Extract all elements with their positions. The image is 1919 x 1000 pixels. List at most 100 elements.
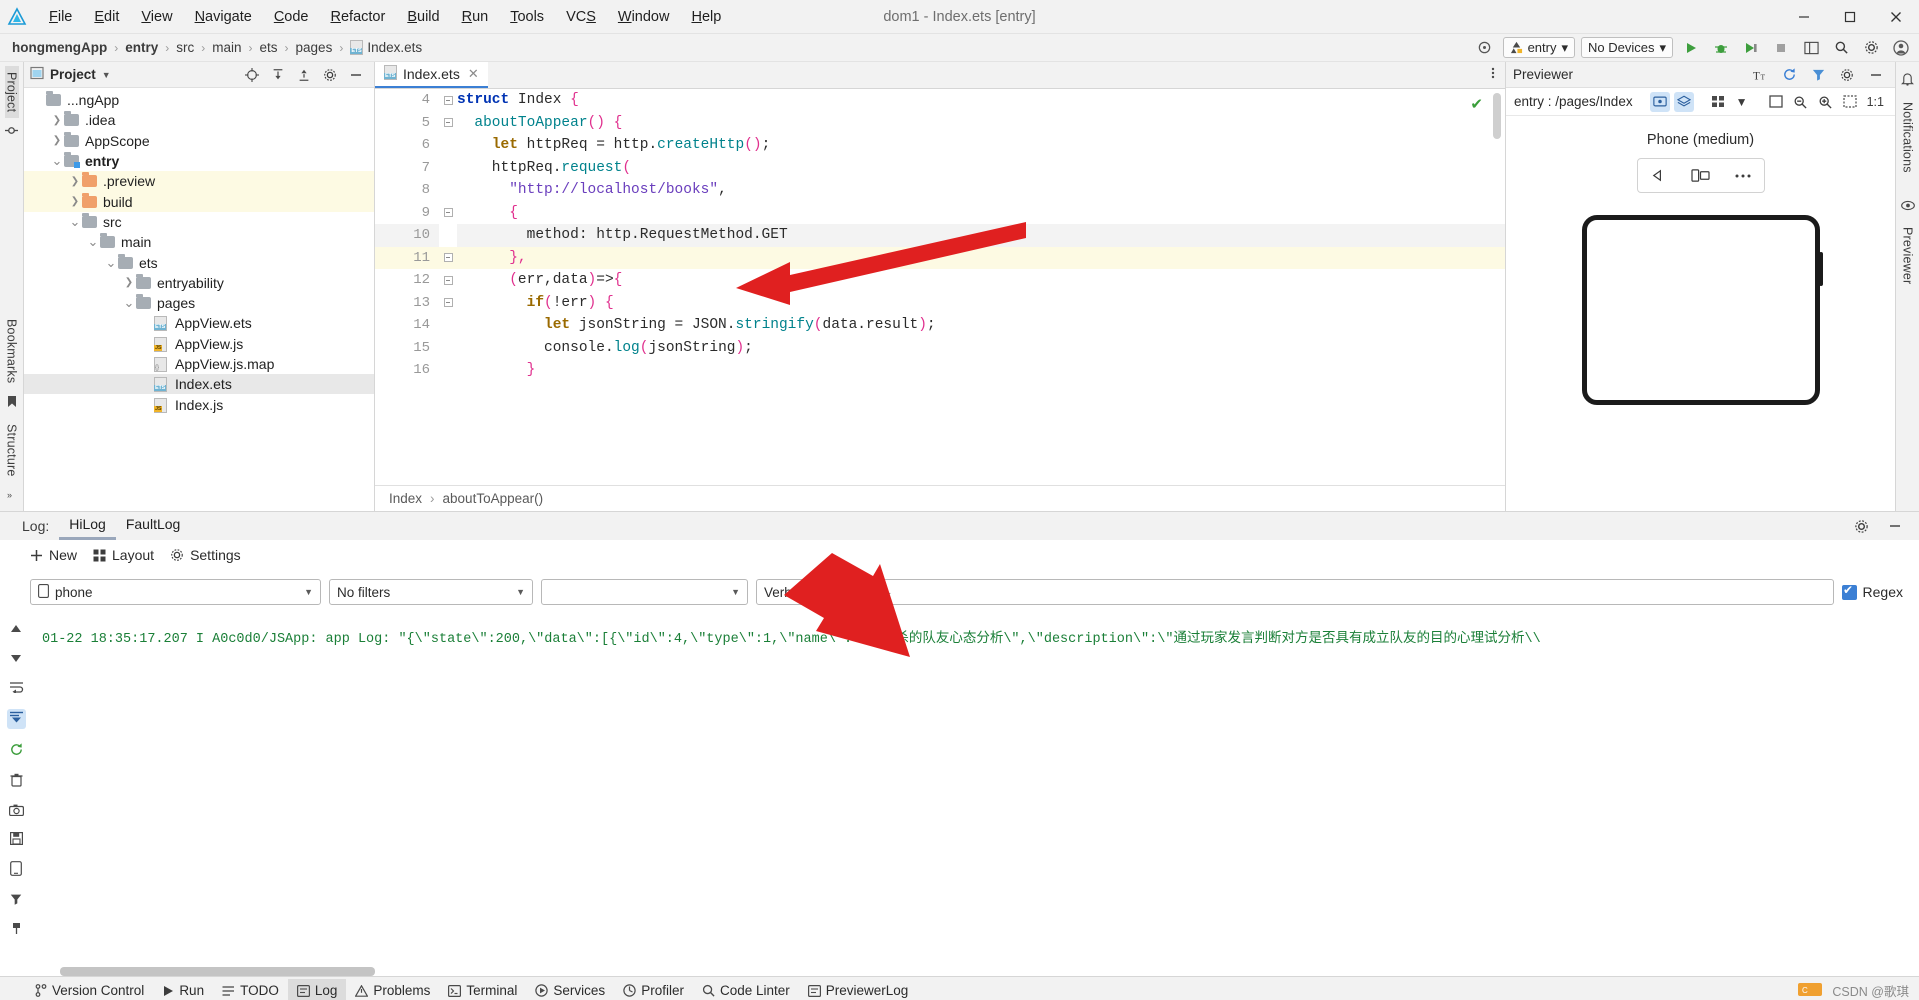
minimize-icon[interactable] [344, 64, 368, 86]
status-item-problems[interactable]: Problems [346, 979, 439, 1000]
package-filter-select[interactable]: ▼ [541, 579, 748, 605]
maximize-button[interactable] [1827, 0, 1873, 33]
code-line-12[interactable]: (err,data)=>{ [457, 269, 1505, 292]
tree-item-appview-ets[interactable]: ETS AppView.ets [24, 313, 374, 333]
fold-marker-icon[interactable] [439, 292, 457, 315]
menu-item-edit[interactable]: Edit [83, 5, 130, 29]
tree-item-index-js[interactable]: JS Index.js [24, 394, 374, 414]
code-line-16[interactable]: } [457, 359, 1505, 382]
menu-item-tools[interactable]: Tools [499, 5, 555, 29]
status-item-todo[interactable]: TODO [213, 979, 288, 1000]
status-item-log[interactable]: Log [287, 979, 347, 1000]
menu-item-code[interactable]: Code [263, 5, 320, 29]
status-item-services[interactable]: Services [526, 979, 614, 1000]
log-horizontal-scrollbar[interactable] [60, 967, 375, 976]
tree-item-src[interactable]: ⌄ src [24, 212, 374, 232]
fold-marker-icon[interactable] [439, 202, 457, 225]
gear-icon[interactable] [1835, 64, 1859, 86]
grid-icon[interactable] [1708, 92, 1728, 112]
rotate-icon[interactable] [1638, 159, 1680, 192]
trash-icon[interactable] [10, 773, 23, 790]
fold-marker-icon[interactable] [439, 269, 457, 292]
sidebar-item-notifications[interactable]: Notifications [1901, 96, 1915, 179]
gear-icon[interactable] [1859, 37, 1883, 59]
regex-checkbox[interactable]: Regex [1841, 583, 1903, 600]
editor-breadcrumb[interactable]: Index › aboutToAppear() [375, 485, 1505, 511]
breadcrumb-item-entry[interactable]: entry [123, 40, 160, 55]
chevron-down-icon[interactable]: ⌄ [122, 296, 136, 309]
menu-item-view[interactable]: View [130, 5, 183, 29]
sidebar-item-bookmarks[interactable]: Bookmarks [5, 313, 19, 389]
tree-item-index-ets[interactable]: ETS Index.ets [24, 374, 374, 395]
log-settings-button[interactable]: Settings [170, 547, 241, 563]
camera-icon[interactable] [8, 803, 24, 819]
layers-icon[interactable] [1673, 91, 1694, 112]
breadcrumb-item-main[interactable]: main [210, 40, 243, 55]
device-selector[interactable]: No Devices ▾ [1581, 37, 1673, 58]
code-editor[interactable]: 4 5 6 7 8 9 10 11 12 13 14 15 16 struct Index { abou… [375, 89, 1505, 485]
menu-item-run[interactable]: Run [451, 5, 500, 29]
log-entry[interactable]: 01-22 18:35:17.207 I A0c0d0/JSApp: app L… [42, 626, 1919, 647]
sidebar-item-previewer[interactable]: Previewer [1901, 221, 1915, 290]
chevron-down-icon[interactable]: ▼ [1732, 92, 1752, 112]
menu-bar[interactable]: File Edit View Navigate Code Refactor Build Run… [38, 5, 732, 29]
expand-all-icon[interactable] [266, 64, 290, 86]
editor-breadcrumb-item-1[interactable]: aboutToAppear() [443, 491, 544, 506]
vertical-dots-icon[interactable] [1481, 62, 1505, 84]
sidebar-item-structure[interactable]: Structure [5, 418, 19, 483]
tree-item----ngapp[interactable]: ...ngApp [24, 90, 374, 110]
fold-marker-icon[interactable] [439, 112, 457, 135]
scroll-up-icon[interactable] [9, 622, 23, 638]
more-icon[interactable]: » [6, 489, 18, 505]
filter-icon[interactable] [1806, 64, 1830, 86]
soft-wrap-icon[interactable] [9, 680, 24, 696]
tree-item-appscope[interactable]: ❯ AppScope [24, 131, 374, 151]
fit-icon[interactable] [1840, 92, 1860, 112]
zoom-out-icon[interactable] [1790, 92, 1811, 112]
process-filter-select[interactable]: No filters ▼ [329, 579, 533, 605]
tree-item-appview-js-map[interactable]: {} AppView.js.map [24, 354, 374, 374]
breadcrumb-item-src[interactable]: src [174, 40, 196, 55]
log-output-text[interactable]: 01-22 18:35:17.207 I A0c0d0/JSApp: app L… [32, 614, 1919, 976]
bookmark-icon[interactable] [6, 395, 18, 412]
chevron-down-icon[interactable]: ⌄ [104, 256, 118, 269]
profile-icon[interactable] [1739, 37, 1763, 59]
scroll-down-icon[interactable] [9, 651, 23, 667]
status-item-profiler[interactable]: Profiler [614, 979, 693, 1000]
tree-item-entryability[interactable]: ❯ entryability [24, 273, 374, 293]
crosshair-icon[interactable] [240, 64, 264, 86]
run-icon[interactable] [1679, 37, 1703, 59]
save-icon[interactable] [9, 832, 23, 848]
refresh-icon[interactable] [1777, 64, 1801, 86]
chevron-right-icon[interactable]: ❯ [50, 135, 64, 146]
inspector-icon[interactable] [1649, 91, 1670, 112]
stop-icon[interactable] [1769, 37, 1793, 59]
chevron-down-icon[interactable]: ⌄ [50, 154, 64, 167]
breadcrumb-item-hongmengapp[interactable]: hongmengApp [10, 40, 109, 55]
font-size-icon[interactable]: TT [1748, 64, 1772, 86]
status-item-run[interactable]: Run [153, 979, 213, 1000]
fold-marker-icon[interactable] [439, 89, 457, 112]
sidebar-item-project[interactable]: Project [4, 66, 19, 119]
chevron-right-icon[interactable]: ❯ [50, 115, 64, 126]
breadcrumb-item-pages[interactable]: pages [294, 40, 335, 55]
code-line-10[interactable]: method: http.RequestMethod.GET [457, 224, 1505, 247]
tree-item--preview[interactable]: ❯ .preview [24, 171, 374, 192]
menu-item-window[interactable]: Window [607, 5, 681, 29]
tree-item-appview-js[interactable]: JS AppView.js [24, 334, 374, 354]
code-line-13[interactable]: if(!err) { [457, 292, 1505, 315]
breadcrumb-item-ets[interactable]: ets [258, 40, 280, 55]
chevron-down-icon[interactable]: ⌄ [68, 215, 82, 228]
previewer-phone-frame[interactable] [1581, 215, 1823, 405]
debug-icon[interactable] [1709, 37, 1733, 59]
chevron-right-icon[interactable]: ❯ [68, 196, 82, 207]
log-tabs[interactable]: HiLog FaultLog [59, 512, 190, 540]
tree-item-ets[interactable]: ⌄ ets [24, 252, 374, 272]
status-bar-items[interactable]: Version Control Run TODO Log Problems Termina… [26, 979, 917, 1000]
code-line-5[interactable]: aboutToAppear() { [457, 112, 1505, 135]
commit-icon[interactable] [5, 124, 18, 141]
menu-item-vcs[interactable]: VCS [555, 5, 607, 29]
code-line-14[interactable]: let jsonString = JSON.stringify(data.res… [457, 314, 1505, 337]
menu-item-refactor[interactable]: Refactor [320, 5, 397, 29]
chevron-down-icon[interactable]: ▼ [102, 70, 111, 80]
